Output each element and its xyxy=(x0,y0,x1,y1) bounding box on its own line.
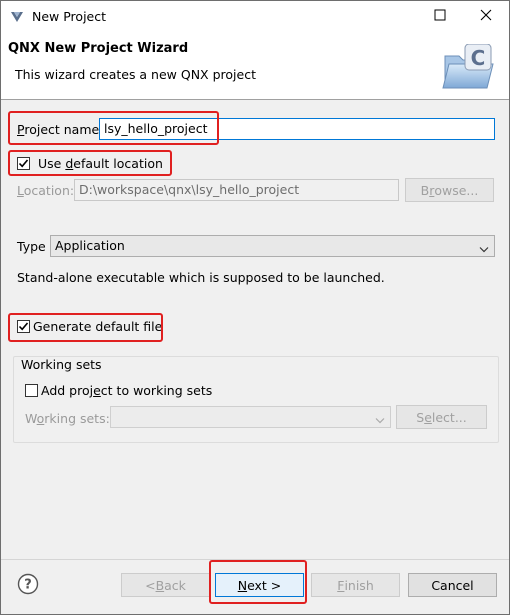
use-default-location-label[interactable]: Use default location xyxy=(38,156,163,171)
wizard-description: This wizard creates a new QNX project xyxy=(15,67,256,82)
generate-default-file-checkbox[interactable] xyxy=(17,320,30,333)
use-default-rest: efault location xyxy=(73,156,163,171)
close-icon xyxy=(480,9,492,24)
back-button[interactable]: < Back xyxy=(121,573,210,597)
next-rest: ext > xyxy=(247,577,282,593)
use-default-location-checkbox[interactable] xyxy=(17,157,30,170)
working-sets-group-label: Working sets xyxy=(19,357,104,372)
select-working-sets-button[interactable]: Se lect... xyxy=(396,405,487,429)
finish-button[interactable]: Finish xyxy=(311,573,400,597)
location-input[interactable]: D:\workspace\qnx\lsy_hello_project xyxy=(74,179,399,201)
project-name-label: Project name: xyxy=(17,122,103,137)
use-default-prefix: Use xyxy=(38,156,66,171)
chevron-down-icon xyxy=(375,413,385,428)
next-button[interactable]: Next > xyxy=(215,573,304,597)
wizard-title: QNX New Project Wizard xyxy=(8,41,189,56)
select-mnemonic: e xyxy=(424,409,432,425)
maximize-icon xyxy=(434,9,446,24)
finish-rest: inish xyxy=(344,577,374,593)
wizard-header: QNX New Project Wizard This wizard creat… xyxy=(1,32,509,100)
chevron-down-icon xyxy=(479,242,489,257)
help-button[interactable]: ? xyxy=(17,573,39,595)
type-description: Stand-alone executable which is supposed… xyxy=(17,270,385,285)
location-label: Location: xyxy=(17,183,74,198)
project-name-label-text: roject name: xyxy=(24,122,104,137)
type-label: Type xyxy=(17,239,46,254)
back-prefix: < xyxy=(145,577,156,593)
add-mnemonic: e xyxy=(93,383,101,398)
new-c-project-folder-icon: C xyxy=(441,43,497,92)
sets-prefix: W xyxy=(25,411,37,426)
project-name-input[interactable]: lsy_hello_project xyxy=(99,118,495,140)
next-mnemonic: N xyxy=(237,577,248,593)
new-project-dialog: New Project QNX New Project Wizard This … xyxy=(0,0,510,615)
maximize-button[interactable] xyxy=(417,1,463,32)
browse-button[interactable]: Br owse... xyxy=(405,178,494,202)
browse-prefix: B xyxy=(420,182,430,198)
type-select[interactable]: Application xyxy=(50,235,495,257)
title-bar[interactable]: New Project xyxy=(1,1,509,32)
location-mnemonic: L xyxy=(17,183,24,198)
browse-rest: owse... xyxy=(434,182,479,198)
cancel-button[interactable]: Cancel xyxy=(408,573,497,597)
sets-rest: rking sets: xyxy=(44,411,110,426)
back-rest: ack xyxy=(164,577,186,593)
add-to-working-sets-checkbox[interactable] xyxy=(25,384,38,397)
add-to-working-sets-label[interactable]: Add project to working sets xyxy=(41,383,212,398)
add-prefix: Add proj xyxy=(41,383,94,398)
svg-text:C: C xyxy=(471,46,486,70)
close-button[interactable] xyxy=(463,1,509,32)
finish-mnemonic: F xyxy=(337,577,345,593)
window-title: New Project xyxy=(32,9,107,24)
help-icon: ? xyxy=(17,573,39,595)
back-mnemonic: B xyxy=(155,577,165,593)
add-rest: ct to working sets xyxy=(100,383,213,398)
select-rest: lect... xyxy=(431,409,467,425)
working-sets-select[interactable] xyxy=(110,406,391,428)
checkmark-icon xyxy=(18,159,29,168)
generate-default-file-label[interactable]: Generate default file xyxy=(33,319,162,334)
qnx-momentics-icon xyxy=(9,9,25,25)
type-selected-value: Application xyxy=(55,238,125,253)
select-prefix: S xyxy=(416,409,425,425)
svg-text:?: ? xyxy=(24,578,32,593)
checkmark-icon xyxy=(18,322,29,331)
working-sets-label: Working sets: xyxy=(25,411,110,426)
footer-separator xyxy=(1,559,509,560)
location-label-text: ocation: xyxy=(23,183,75,198)
